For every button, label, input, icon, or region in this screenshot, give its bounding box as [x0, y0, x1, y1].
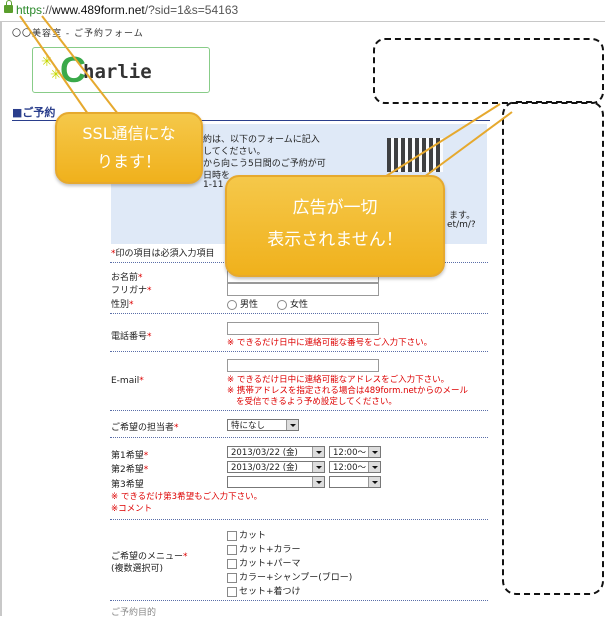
no-ads-callout: 広告が一切 表示されません！	[225, 175, 445, 277]
ssl-callout-line1: SSL通信にな	[82, 124, 176, 143]
callout-pointers	[19, 15, 513, 181]
no-ads-callout-line1: 広告が一切	[292, 198, 378, 218]
ssl-callout: SSL通信にな ります！	[55, 112, 203, 184]
no-ads-callout-line2: 表示されません！	[267, 230, 403, 250]
ssl-callout-line2: ります！	[96, 152, 161, 171]
